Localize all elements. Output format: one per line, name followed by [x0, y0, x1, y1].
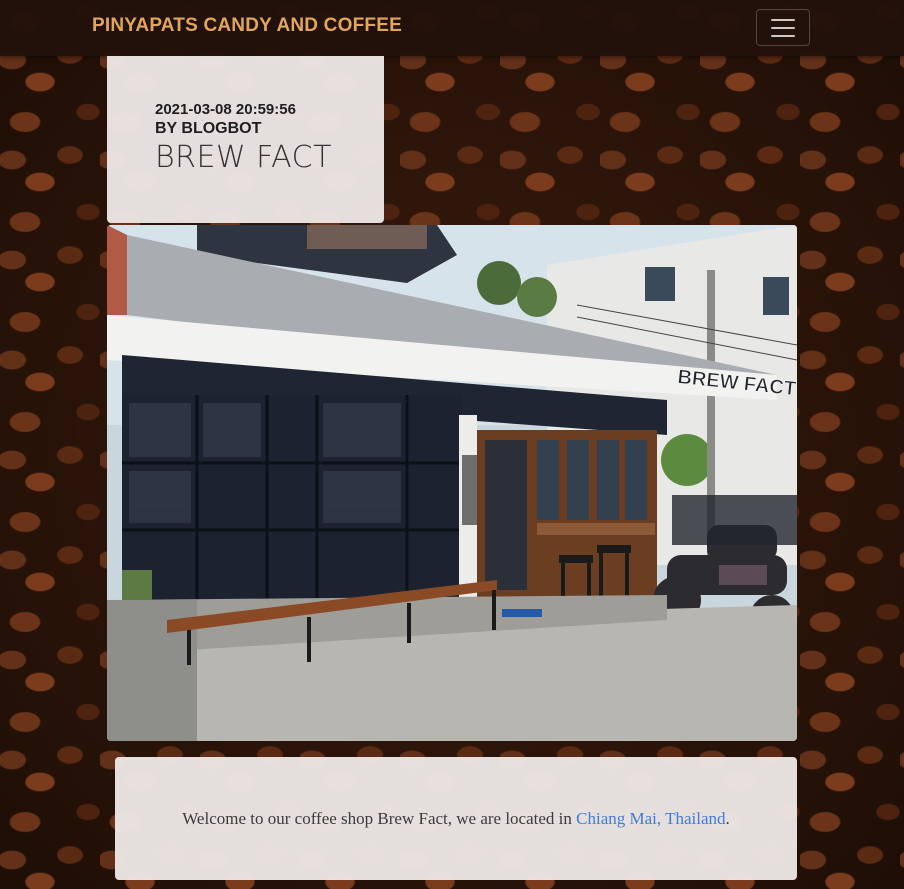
post-body-intro: Welcome to our coffee shop Brew Fact, we… — [182, 809, 577, 828]
post-date: 2021-03-08 20:59:56 — [155, 101, 296, 118]
hamburger-menu-icon — [771, 34, 795, 37]
brand-link[interactable]: PINYAPATS CANDY AND COFFEE — [92, 15, 402, 37]
post-title: BREW FACT — [155, 140, 332, 175]
location-link[interactable]: Chiang Mai, Thailand — [576, 809, 725, 828]
post-body-text: Welcome to our coffee shop Brew Fact, we… — [115, 809, 797, 829]
hamburger-menu-icon — [771, 18, 795, 21]
post-author: BY BLOGBOT — [155, 120, 262, 137]
post-content-card: Welcome to our coffee shop Brew Fact, we… — [115, 757, 797, 880]
navbar: PINYAPATS CANDY AND COFFEE — [0, 0, 904, 56]
post-image: BREW FACT — [107, 225, 797, 741]
post-header-card: 2021-03-08 20:59:56 BY BLOGBOT BREW FACT — [107, 56, 384, 223]
navbar-toggler-button[interactable] — [756, 9, 810, 46]
hamburger-menu-icon — [771, 26, 795, 29]
post-body-end: . — [725, 809, 730, 828]
